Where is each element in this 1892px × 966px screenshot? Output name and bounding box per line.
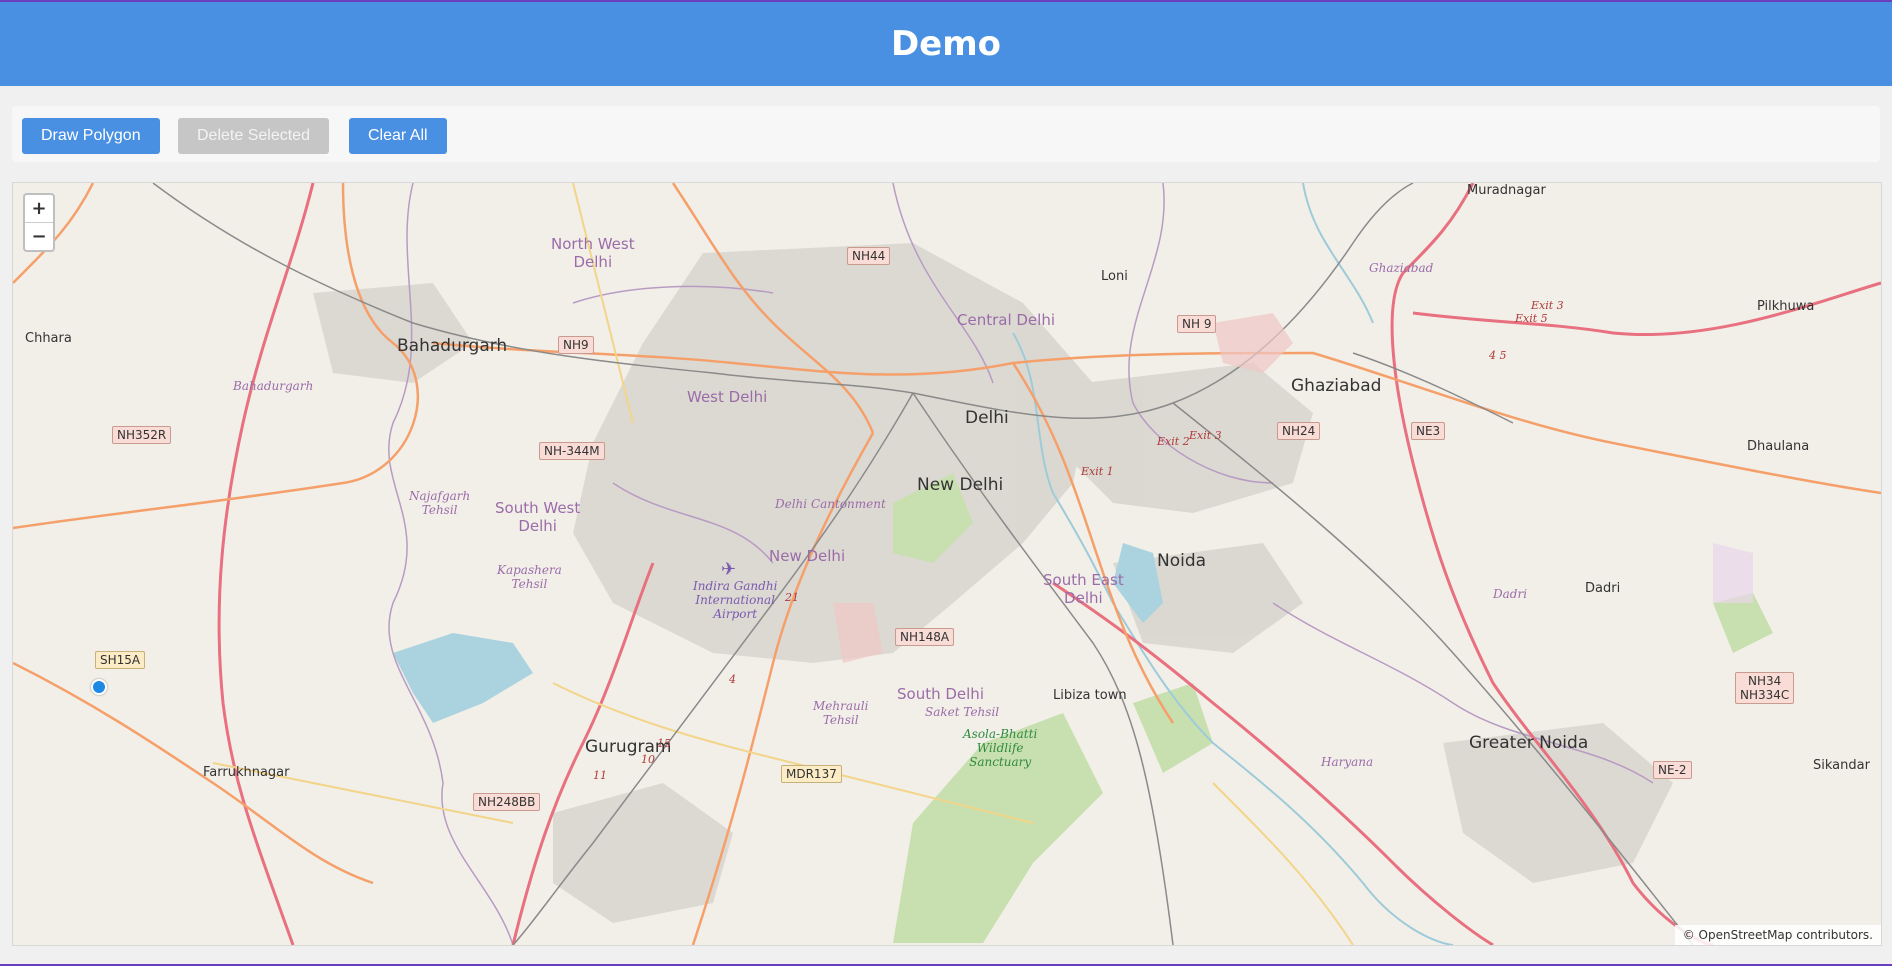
map-marker[interactable] <box>91 679 107 695</box>
road-shield: NH248BB <box>473 793 541 811</box>
exit-label: 21 <box>785 591 799 604</box>
place-label: Chhara <box>25 331 72 346</box>
app-header: Demo <box>0 2 1892 86</box>
road-shield: NH148A <box>895 628 955 646</box>
road-shield: NE-2 <box>1653 761 1692 779</box>
road-shield: SH15A <box>95 651 146 669</box>
district-label: South Delhi <box>897 685 984 703</box>
exit-label: Exit 3 <box>1189 429 1222 442</box>
airport-icon: ✈ <box>721 559 737 580</box>
place-label: Libiza town <box>1053 688 1127 703</box>
map-container[interactable]: + − Muradnagar Loni Pilkhuwa Chhara Baha… <box>12 182 1882 946</box>
place-label: Sikandar <box>1813 758 1870 773</box>
place-label: Noida <box>1157 551 1207 571</box>
district-label: North West Delhi <box>551 235 635 271</box>
place-label: Loni <box>1101 269 1128 284</box>
exit-label: 15 <box>657 737 671 750</box>
road-shield: NH-344M <box>539 442 605 460</box>
road-shield: NH34 NH334C <box>1735 672 1795 704</box>
place-label: Farrukhnagar <box>203 765 290 780</box>
district-label: Dadri <box>1493 587 1528 601</box>
app-frame: Demo Draw Polygon Delete Selected Clear … <box>0 2 1892 964</box>
place-label: Delhi <box>965 408 1009 428</box>
district-label: Central Delhi <box>957 311 1056 329</box>
tehsil-label: Kapashera Tehsil <box>497 563 562 591</box>
district-label: South West Delhi <box>495 499 581 535</box>
exit-label: Exit 1 <box>1081 465 1114 478</box>
road-shield: NH 9 <box>1177 315 1217 333</box>
sanctuary-label: Asola-Bhatti Wildlife Sanctuary <box>963 727 1038 769</box>
district-label: South East Delhi <box>1043 571 1124 607</box>
map-attribution[interactable]: © OpenStreetMap contributors. <box>1674 925 1881 945</box>
place-label: Bahadurgarh <box>397 336 508 356</box>
road-shield: NH9 <box>558 336 594 354</box>
airport-label: Indira Gandhi International Airport <box>693 579 778 621</box>
tehsil-label: Najafgarh Tehsil <box>409 489 471 517</box>
road-shield: NH352R <box>112 426 172 444</box>
place-label: Muradnagar <box>1467 183 1546 198</box>
district-label: Haryana <box>1321 755 1374 769</box>
clear-all-button[interactable]: Clear All <box>349 118 447 154</box>
exit-label: Exit 2 <box>1157 435 1190 448</box>
tehsil-label: Bahadurgarh <box>233 379 314 393</box>
toolbar: Draw Polygon Delete Selected Clear All <box>12 106 1880 162</box>
exit-label: 4 <box>729 673 736 686</box>
road-shield: NE3 <box>1411 422 1446 440</box>
place-label: New Delhi <box>917 475 1004 495</box>
district-label: New Delhi <box>769 547 846 565</box>
place-label: Pilkhuwa <box>1757 299 1815 314</box>
delete-selected-button[interactable]: Delete Selected <box>178 118 329 154</box>
district-label: Ghaziabad <box>1369 261 1434 275</box>
road-shield: NH44 <box>847 247 891 265</box>
exit-label: Exit 3 <box>1531 299 1564 312</box>
district-label: West Delhi <box>687 388 768 406</box>
zoom-in-button[interactable]: + <box>25 195 53 222</box>
tehsil-label: Delhi Cantonment <box>775 497 886 511</box>
zoom-out-button[interactable]: − <box>25 222 53 250</box>
exit-label: 11 <box>593 769 607 782</box>
tehsil-label: Mehrauli Tehsil <box>813 699 869 727</box>
map-tiles <box>13 183 1881 945</box>
road-shield: MDR137 <box>781 765 842 783</box>
exit-label: 10 <box>641 753 655 766</box>
place-label: Ghaziabad <box>1291 376 1382 396</box>
place-label: Greater Noida <box>1469 733 1589 753</box>
draw-polygon-button[interactable]: Draw Polygon <box>22 118 160 154</box>
exit-label: Exit 5 <box>1515 312 1548 325</box>
zoom-control: + − <box>23 193 55 252</box>
page-title: Demo <box>890 24 1002 64</box>
place-label: Dhaulana <box>1747 439 1810 454</box>
place-label: Dadri <box>1585 581 1621 596</box>
road-shield: NH24 <box>1277 422 1321 440</box>
tehsil-label: Saket Tehsil <box>925 705 1000 719</box>
exit-label: 4 5 <box>1489 349 1507 362</box>
